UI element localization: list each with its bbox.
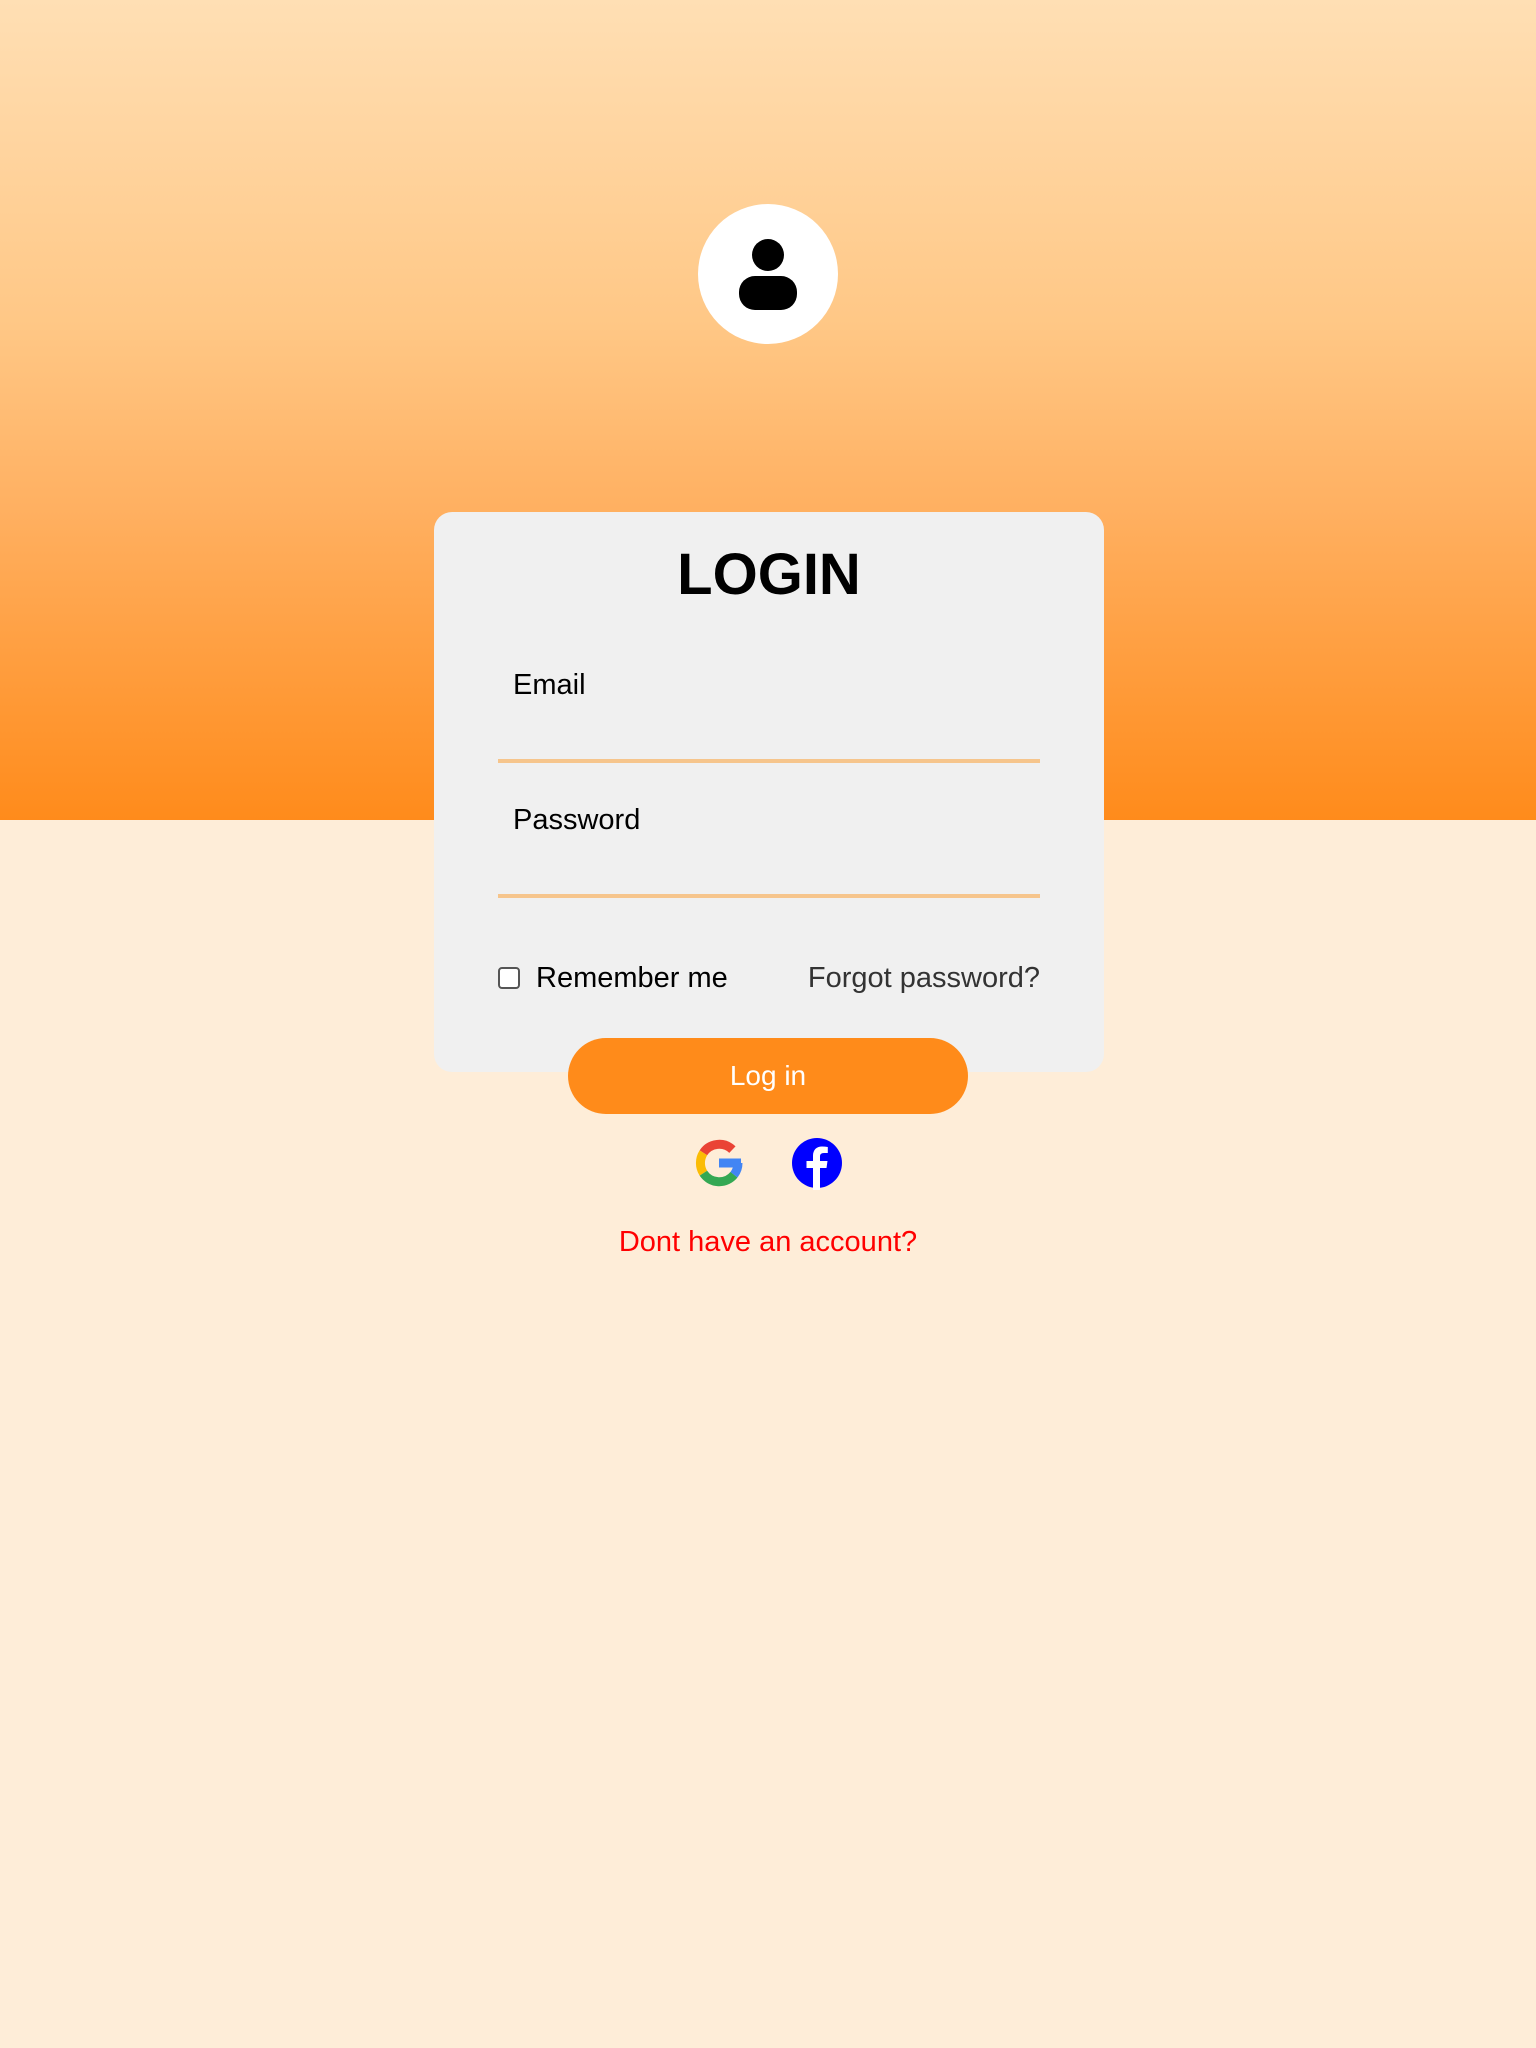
- forgot-password-link[interactable]: Forgot password?: [808, 960, 1040, 996]
- email-label: Email: [513, 669, 586, 701]
- page-title: LOGIN: [677, 542, 861, 607]
- remember-me-label[interactable]: Remember me: [536, 960, 728, 996]
- facebook-icon: [792, 1138, 842, 1190]
- email-field[interactable]: [498, 707, 1040, 763]
- password-field[interactable]: [498, 842, 1040, 898]
- google-login-button[interactable]: [692, 1136, 746, 1190]
- remember-me-row: Remember me: [498, 960, 728, 996]
- password-label: Password: [513, 804, 641, 836]
- facebook-login-button[interactable]: [790, 1136, 844, 1190]
- google-icon: [695, 1139, 743, 1187]
- signup-link[interactable]: Dont have an account?: [0, 1224, 1536, 1260]
- login-card: LOGIN Email Password Remember me Forgot …: [434, 512, 1104, 1072]
- avatar: [698, 204, 838, 344]
- login-button[interactable]: Log in: [568, 1038, 968, 1114]
- remember-me-checkbox[interactable]: [498, 967, 520, 989]
- user-icon: [739, 239, 797, 310]
